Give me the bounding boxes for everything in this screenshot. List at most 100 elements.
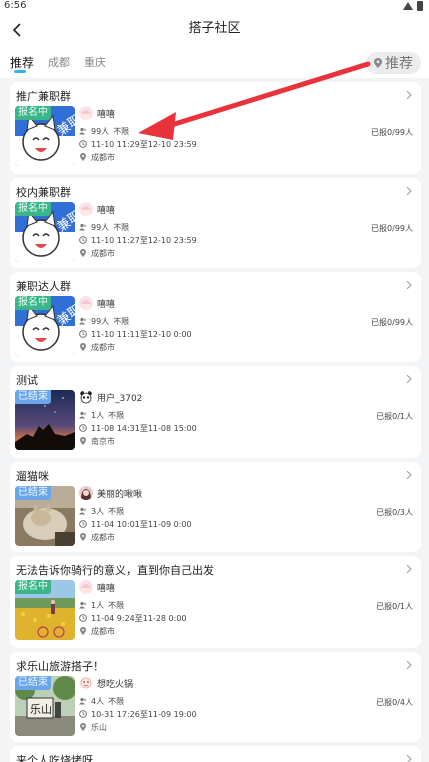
- location-row: 南京市: [79, 436, 115, 446]
- people-icon: [79, 317, 87, 325]
- location-pin-icon: [80, 249, 86, 257]
- joined-count: 已报0/99人: [371, 318, 413, 327]
- avatar: [79, 202, 93, 216]
- people-row: 1人 不限: [79, 410, 124, 420]
- location-text: 成都市: [91, 152, 115, 162]
- post-title: 推广兼职群: [16, 90, 71, 103]
- people-icon: [79, 411, 87, 419]
- post-card[interactable]: 测试 已结束 用户_3702 1人 不限 11-08 14:31至11-08 1…: [10, 366, 421, 458]
- time-range: 11-10 11:11至12-10 0:00: [91, 329, 192, 339]
- status-badge: 报名中: [15, 106, 51, 120]
- post-author: 用户_3702: [79, 390, 142, 404]
- location-pin-icon: [80, 533, 86, 541]
- location-pin-icon: [80, 437, 86, 445]
- status-bar: 6:56: [0, 0, 429, 12]
- status-time: 6:56: [4, 0, 27, 11]
- post-card[interactable]: 推广兼职群 兼职 报名中 嘻嘻 99人 不限 11-10 11:29至12-10…: [10, 82, 421, 174]
- people-row: 1人 不限: [79, 600, 124, 610]
- post-author: 嘻嘻: [79, 106, 115, 120]
- post-author: 美丽的啾啾: [79, 486, 142, 500]
- city-tabs: 推荐 成都 重庆 推荐: [0, 48, 429, 78]
- location-text: 成都市: [91, 626, 115, 636]
- post-card[interactable]: 遛猫咪 已结束 美丽的啾啾 3人 不限 11-04 10:01至11-09 0:…: [10, 462, 421, 552]
- post-card[interactable]: 兼职达人群 兼职 报名中 嘻嘻 99人 不限 11-10 11:11至12-10…: [10, 272, 421, 362]
- people-row: 3人 不限: [79, 506, 124, 516]
- location-pin-icon: [80, 627, 86, 635]
- post-title: 遛猫咪: [16, 470, 49, 483]
- post-title: 无法告诉你骑行的意义，直到你自己出发: [16, 564, 214, 577]
- time-range: 10-31 17:26至11-09 19:00: [91, 709, 197, 719]
- chevron-right-icon: [406, 187, 412, 195]
- status-badge: 报名中: [15, 202, 51, 216]
- time-row: 11-10 11:27至12-10 23:59: [79, 235, 197, 245]
- avatar: [79, 106, 93, 120]
- post-author: 嘻嘻: [79, 202, 115, 216]
- chevron-right-icon: [406, 471, 412, 479]
- post-image: 已结束: [15, 486, 75, 546]
- post-image: 报名中: [15, 580, 75, 640]
- chevron-right-icon: [406, 375, 412, 383]
- nav-bar: 搭子社区: [0, 12, 429, 48]
- battery-icon: [417, 1, 423, 11]
- post-title: 测试: [16, 374, 38, 387]
- svg-text:乐山: 乐山: [30, 703, 52, 716]
- location-text: 成都市: [91, 532, 115, 542]
- people-icon: [79, 697, 87, 705]
- clock-icon: [79, 710, 87, 718]
- author-name: 想吃火锅: [97, 679, 134, 690]
- avatar: [79, 486, 93, 500]
- people-icon: [79, 223, 87, 231]
- post-image: 兼职 报名中: [15, 296, 75, 356]
- location-row: 成都市: [79, 342, 115, 352]
- people-count: 99人: [91, 316, 110, 326]
- recommend-location-button[interactable]: 推荐: [366, 52, 421, 74]
- status-badge: 报名中: [15, 580, 51, 594]
- status-badge: 已结束: [15, 676, 51, 690]
- author-name: 嘻嘻: [97, 205, 116, 216]
- people-count: 1人: [91, 600, 105, 610]
- clock-icon: [79, 236, 87, 244]
- post-title: 校内兼职群: [16, 186, 71, 199]
- author-name: 嘻嘻: [97, 109, 116, 120]
- people-row: 4人 不限: [79, 696, 124, 706]
- time-row: 11-10 11:11至12-10 0:00: [79, 329, 192, 339]
- post-image: 已结束: [15, 390, 75, 450]
- people-count: 3人: [91, 506, 105, 516]
- tab-chengdu[interactable]: 成都: [48, 48, 70, 78]
- location-row: 成都市: [79, 532, 115, 542]
- gender-limit: 不限: [108, 506, 125, 516]
- location-text: 成都市: [91, 342, 115, 352]
- people-count: 99人: [91, 222, 110, 232]
- time-range: 11-10 11:29至12-10 23:59: [91, 139, 197, 149]
- location-pin-icon: [80, 343, 86, 351]
- tab-recommend[interactable]: 推荐: [10, 48, 34, 78]
- page-title: 搭子社区: [188, 21, 241, 36]
- chevron-right-icon: [406, 91, 412, 99]
- people-count: 1人: [91, 410, 105, 420]
- people-icon: [79, 507, 87, 515]
- post-card[interactable]: 无法告诉你骑行的意义，直到你自己出发 报名中 嘻嘻 1人 不限 11-04 9:…: [10, 556, 421, 648]
- avatar: [79, 676, 93, 690]
- avatar: [79, 390, 93, 404]
- tab-chongqing[interactable]: 重庆: [84, 48, 106, 78]
- post-card[interactable]: 校内兼职群 兼职 报名中 嘻嘻 99人 不限 11-10 11:27至12-10…: [10, 178, 421, 268]
- post-image: 乐山 已结束: [15, 676, 75, 736]
- time-range: 11-10 11:27至12-10 23:59: [91, 235, 197, 245]
- author-name: 美丽的啾啾: [97, 489, 143, 500]
- people-row: 99人 不限: [79, 316, 129, 326]
- post-author: 想吃火锅: [79, 676, 133, 690]
- joined-count: 已报0/99人: [371, 224, 413, 233]
- post-card[interactable]: 来个人吃烧烤呀: [10, 746, 421, 762]
- post-image: 兼职 报名中: [15, 106, 75, 166]
- people-row: 99人 不限: [79, 126, 129, 136]
- avatar: [79, 296, 93, 310]
- location-text: 成都市: [91, 248, 115, 258]
- avatar: [79, 580, 93, 594]
- time-row: 11-10 11:29至12-10 23:59: [79, 139, 197, 149]
- time-range: 11-08 14:31至11-08 15:00: [91, 423, 197, 433]
- location-pin-icon: [374, 58, 382, 68]
- time-range: 11-04 10:01至11-09 0:00: [91, 519, 192, 529]
- post-card[interactable]: 求乐山旅游搭子！ 乐山 已结束 想吃火锅 4人 不限 10-31 17:26至1…: [10, 652, 421, 742]
- gender-limit: 不限: [113, 222, 130, 232]
- people-row: 99人 不限: [79, 222, 129, 232]
